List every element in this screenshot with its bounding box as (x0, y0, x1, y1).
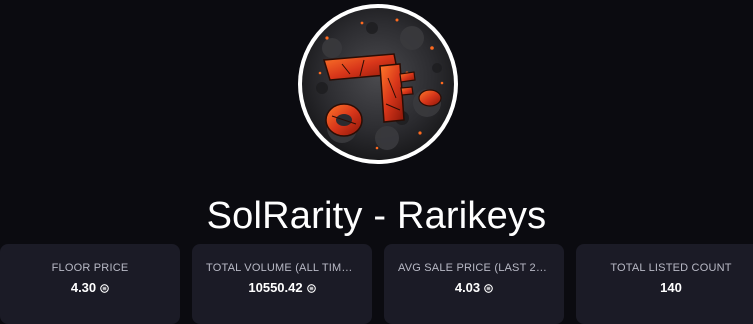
lava-key-logo-icon (302, 8, 454, 160)
sol-coin-icon (100, 284, 109, 293)
collection-title: SolRarity - Rarikeys (206, 195, 547, 237)
avg-sale-price-label: AVG SALE PRICE (LAST 24... (398, 262, 552, 274)
avg-sale-price-value: 4.03 (454, 280, 481, 295)
avg-sale-price-card: AVG SALE PRICE (LAST 24... 4.03 (384, 244, 564, 324)
total-volume-card: TOTAL VOLUME (ALL TIME... 10550.42 (192, 244, 372, 324)
sol-coin-icon (484, 284, 493, 293)
floor-price-card: FLOOR PRICE 4.30 (0, 244, 180, 324)
total-listed-count-label: TOTAL LISTED COUNT (610, 262, 732, 274)
total-volume-label: TOTAL VOLUME (ALL TIME... (206, 262, 359, 274)
collection-avatar (298, 4, 458, 164)
stats-row: FLOOR PRICE 4.30 TOTAL VOLUME (ALL TIME.… (0, 244, 753, 324)
floor-price-value: 4.30 (70, 280, 97, 295)
total-listed-count-value: 140 (660, 280, 682, 295)
total-volume-value: 10550.42 (248, 280, 303, 295)
floor-price-label: FLOOR PRICE (51, 262, 129, 274)
sol-coin-icon (306, 284, 316, 293)
total-listed-count-card: TOTAL LISTED COUNT 140 (576, 244, 753, 324)
